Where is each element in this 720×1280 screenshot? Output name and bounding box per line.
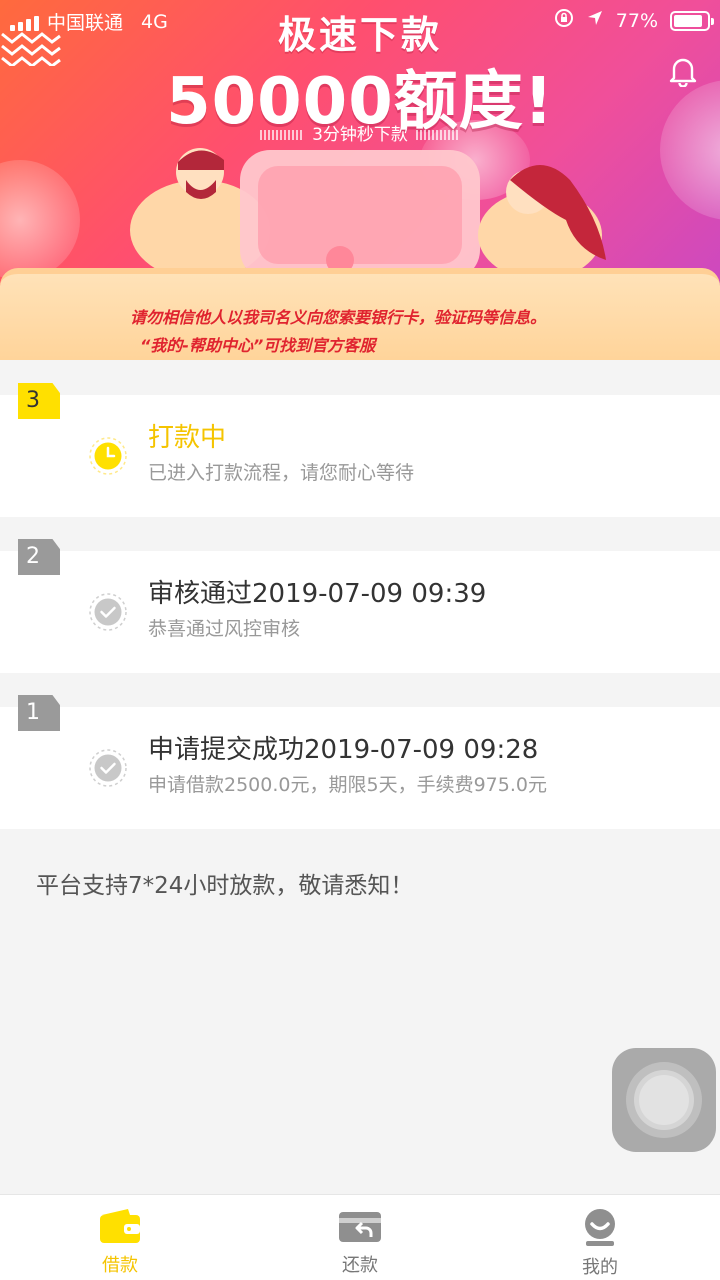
tab-borrow[interactable]: 借款: [0, 1195, 240, 1280]
promo-banner[interactable]: 中国联通 4G 77% 极速下款 50000额度! 3分钟秒下款 请勿相信他人以…: [0, 0, 720, 360]
step-description: 恭喜通过风控审核: [148, 618, 301, 640]
step-number-badge: 2: [18, 539, 60, 575]
step-description: 已进入打款流程，请您耐心等待: [148, 462, 415, 484]
check-icon: [89, 593, 127, 631]
warning-text-1: 请勿相信他人以我司名义向您索要银行卡，验证码等信息。: [130, 308, 547, 327]
tab-mine[interactable]: 我的: [480, 1195, 720, 1280]
warning-text-2: “我的-帮助中心”可找到官方客服: [140, 336, 376, 355]
assistive-touch-button[interactable]: [612, 1048, 716, 1152]
step-item-approved: 2 审核通过2019-07-09 09:39 恭喜通过风控审核: [0, 539, 720, 673]
profile-icon: [585, 1209, 615, 1246]
check-icon: [89, 749, 127, 787]
card-return-icon: [339, 1212, 381, 1242]
step-description: 申请借款2500.0元，期限5天，手续费975.0元: [148, 774, 547, 796]
step-title: 打款中: [148, 423, 227, 453]
tab-label: 我的: [582, 1257, 618, 1278]
step-item-submitted: 1 申请提交成功2019-07-09 09:28 申请借款2500.0元，期限5…: [0, 695, 720, 829]
step-title: 审核通过2019-07-09 09:39: [148, 579, 487, 609]
clock-icon: [89, 437, 127, 475]
tab-label: 还款: [342, 1255, 378, 1276]
loan-illustration: [130, 148, 606, 280]
bottom-tab-bar: 借款 还款 我的: [0, 1194, 720, 1280]
step-title: 申请提交成功2019-07-09 09:28: [148, 735, 539, 765]
wallet-icon: [100, 1209, 140, 1243]
step-number-badge: 1: [18, 695, 60, 731]
service-notice: 平台支持7*24小时放款，敬请悉知！: [36, 873, 414, 899]
step-item-disbursing: 3 打款中 已进入打款流程，请您耐心等待: [0, 383, 720, 517]
tab-label: 借款: [102, 1255, 138, 1276]
tab-repay[interactable]: 还款: [240, 1195, 480, 1280]
step-number-badge: 3: [18, 383, 60, 419]
